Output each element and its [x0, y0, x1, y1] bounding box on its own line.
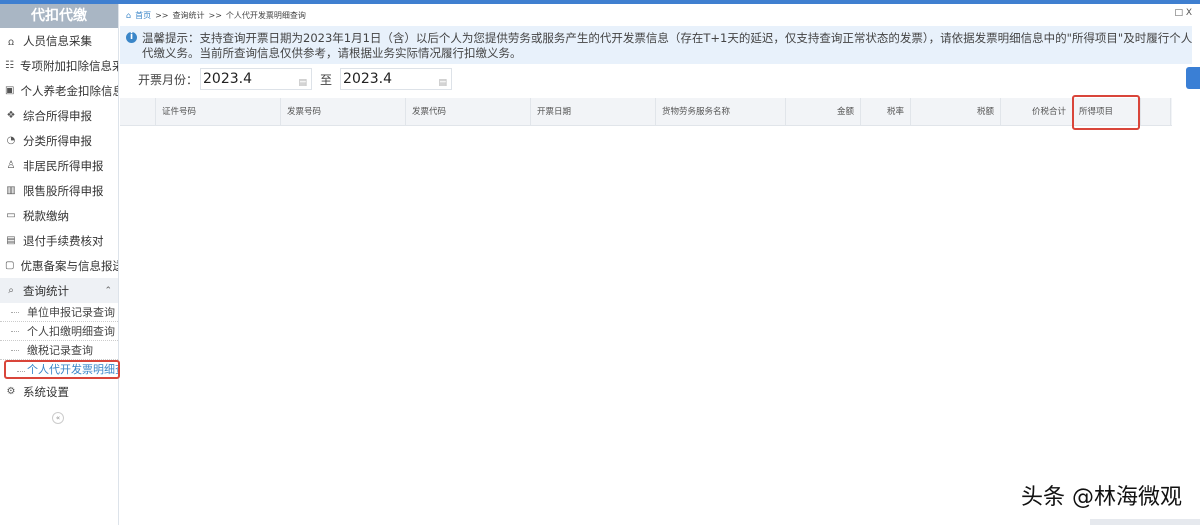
sidebar-item[interactable]: ▥ 限售股所得申报	[0, 178, 118, 203]
column-header[interactable]: 税额	[911, 98, 1001, 125]
column-header[interactable]: 发票代码	[406, 98, 531, 125]
bar-chart-icon: ▥	[6, 185, 16, 196]
column-header[interactable]: 货物劳务服务名称	[656, 98, 786, 125]
home-icon: ⌂	[126, 10, 132, 20]
column-header[interactable]	[1141, 98, 1171, 125]
sidebar-item-label: 非居民所得申报	[23, 158, 104, 173]
column-header[interactable]	[120, 98, 156, 125]
column-header[interactable]: 开票日期	[531, 98, 656, 125]
info-icon: i	[126, 32, 137, 43]
sidebar-item-label: 综合所得申报	[23, 108, 92, 123]
side-action-button[interactable]	[1186, 67, 1200, 89]
sidebar-item[interactable]: ▢优惠备案与信息报送⌄	[0, 253, 118, 278]
calendar-icon[interactable]: ▤	[439, 73, 448, 93]
breadcrumb-level1[interactable]: 查询统计	[172, 10, 204, 21]
chevron-up-icon: ⌃	[104, 285, 112, 296]
column-header[interactable]: 税率	[861, 98, 911, 125]
sidebar-subitem[interactable]: 个人扣缴明细查询	[0, 322, 118, 341]
end-month-input[interactable]: 2023.4 ▤	[340, 68, 453, 93]
to-label: 至	[320, 72, 333, 87]
table-header: 证件号码 发票号码 发票代码 开票日期 货物劳务服务名称 金额 税率 税额 价税合计 所得项目	[120, 95, 1172, 130]
sidebar-item-label: 专项附加扣除信息采集	[19, 58, 118, 73]
end-month-value: 2023.4	[343, 71, 393, 87]
gear-icon: ⚙	[6, 386, 16, 397]
sidebar-item[interactable]: ◔ 分类所得申报	[0, 128, 118, 153]
sidebar-item-label: 分类所得申报	[23, 133, 92, 148]
column-header[interactable]: 所得项目	[1072, 95, 1141, 130]
sidebar: 代扣代缴 ꭥ 人员信息采集 ☷ 专项附加扣除信息采集 ▣ 个人养老金扣除信息 ❖ 综合所得申报…	[0, 4, 120, 525]
sidebar-subitem[interactable]: 单位申报记录查询	[0, 303, 118, 322]
scroll-area	[1090, 519, 1200, 525]
breadcrumb-home[interactable]: 首页	[135, 10, 151, 21]
column-header[interactable]: 发票号码	[281, 98, 406, 125]
sidebar-title: 代扣代缴	[0, 4, 118, 28]
sidebar-item[interactable]: ▤ 退付手续费核对	[0, 228, 118, 253]
sidebar-subitem[interactable]: 个人代开发票明细查询	[4, 360, 120, 379]
breadcrumb-separator: >>	[155, 10, 169, 20]
sidebar-item[interactable]: ꭥ 人员信息采集	[0, 28, 118, 53]
sidebar-subitem[interactable]: 缴税记录查询	[0, 341, 118, 360]
user-icon: ♙	[6, 160, 16, 171]
document-icon: ▣	[5, 85, 15, 96]
notice-line-1: 温馨提示：支持查询开票日期为2023年1月1日（含）以后个人为您提供劳务或服务产…	[142, 31, 1192, 45]
sidebar-item-label: 税款缴纳	[23, 208, 69, 223]
column-header[interactable]: 价税合计	[1001, 98, 1073, 125]
search-list-icon: ⌕	[8, 285, 14, 296]
invoice-month-label: 开票月份：	[138, 72, 199, 87]
layers-icon: ❖	[6, 110, 16, 121]
sidebar-item[interactable]: ▣ 个人养老金扣除信息	[0, 78, 118, 103]
column-header[interactable]: 证件号码	[156, 98, 281, 125]
notice-line-2: 代缴义务。当前所查询信息仅供参考，请根据业务实际情况履行扣缴义务。	[142, 46, 522, 60]
sidebar-item[interactable]: ▭ 税款缴纳	[0, 203, 118, 228]
collapse-sidebar-button[interactable]: «	[52, 412, 64, 424]
clipboard-icon: ▢	[5, 260, 15, 271]
sidebar-item[interactable]: ♙ 非居民所得申报	[0, 153, 118, 178]
sidebar-item-settings[interactable]: ⚙ 系统设置	[0, 379, 118, 404]
column-header[interactable]: 金额	[786, 98, 861, 125]
pie-icon: ◔	[6, 135, 16, 146]
folder-icon: ▭	[6, 210, 16, 221]
sidebar-item-label: 限售股所得申报	[23, 183, 104, 198]
sidebar-item-label: 退付手续费核对	[23, 233, 104, 248]
sidebar-item-label: 优惠备案与信息报送	[20, 258, 118, 273]
list-icon: ☷	[5, 60, 14, 71]
sidebar-item-label: 查询统计	[23, 283, 69, 298]
sidebar-item[interactable]: ⌕ 查询统计 ⌃	[0, 278, 118, 303]
breadcrumb: ⌂ 首页 >> 查询统计 >> 个人代开发票明细查询	[120, 4, 1200, 26]
start-month-value: 2023.4	[203, 71, 253, 87]
sidebar-item[interactable]: ☷ 专项附加扣除信息采集	[0, 53, 118, 78]
breadcrumb-separator: >>	[208, 10, 222, 20]
watermark: 头条 @林海微观	[1021, 485, 1182, 510]
filter-row: 开票月份： 2023.4 ▤ 至 2023.4 ▤	[138, 68, 453, 93]
notice-banner: i 温馨提示：支持查询开票日期为2023年1月1日（含）以后个人为您提供劳务或服…	[120, 26, 1192, 64]
start-month-input[interactable]: 2023.4 ▤	[200, 68, 313, 93]
breadcrumb-current: 个人代开发票明细查询	[225, 10, 306, 20]
sidebar-item-label: 人员信息采集	[23, 33, 92, 48]
window-controls[interactable]: □ X	[1174, 8, 1192, 18]
calendar-icon[interactable]: ▤	[299, 73, 308, 93]
sidebar-item-label: 个人养老金扣除信息	[20, 83, 118, 98]
person-icon: ꭥ	[7, 36, 15, 48]
receipt-icon: ▤	[6, 235, 16, 246]
main-panel: ⌂ 首页 >> 查询统计 >> 个人代开发票明细查询 □ X i 温馨提示：支持…	[120, 4, 1200, 525]
sidebar-item[interactable]: ❖ 综合所得申报	[0, 103, 118, 128]
